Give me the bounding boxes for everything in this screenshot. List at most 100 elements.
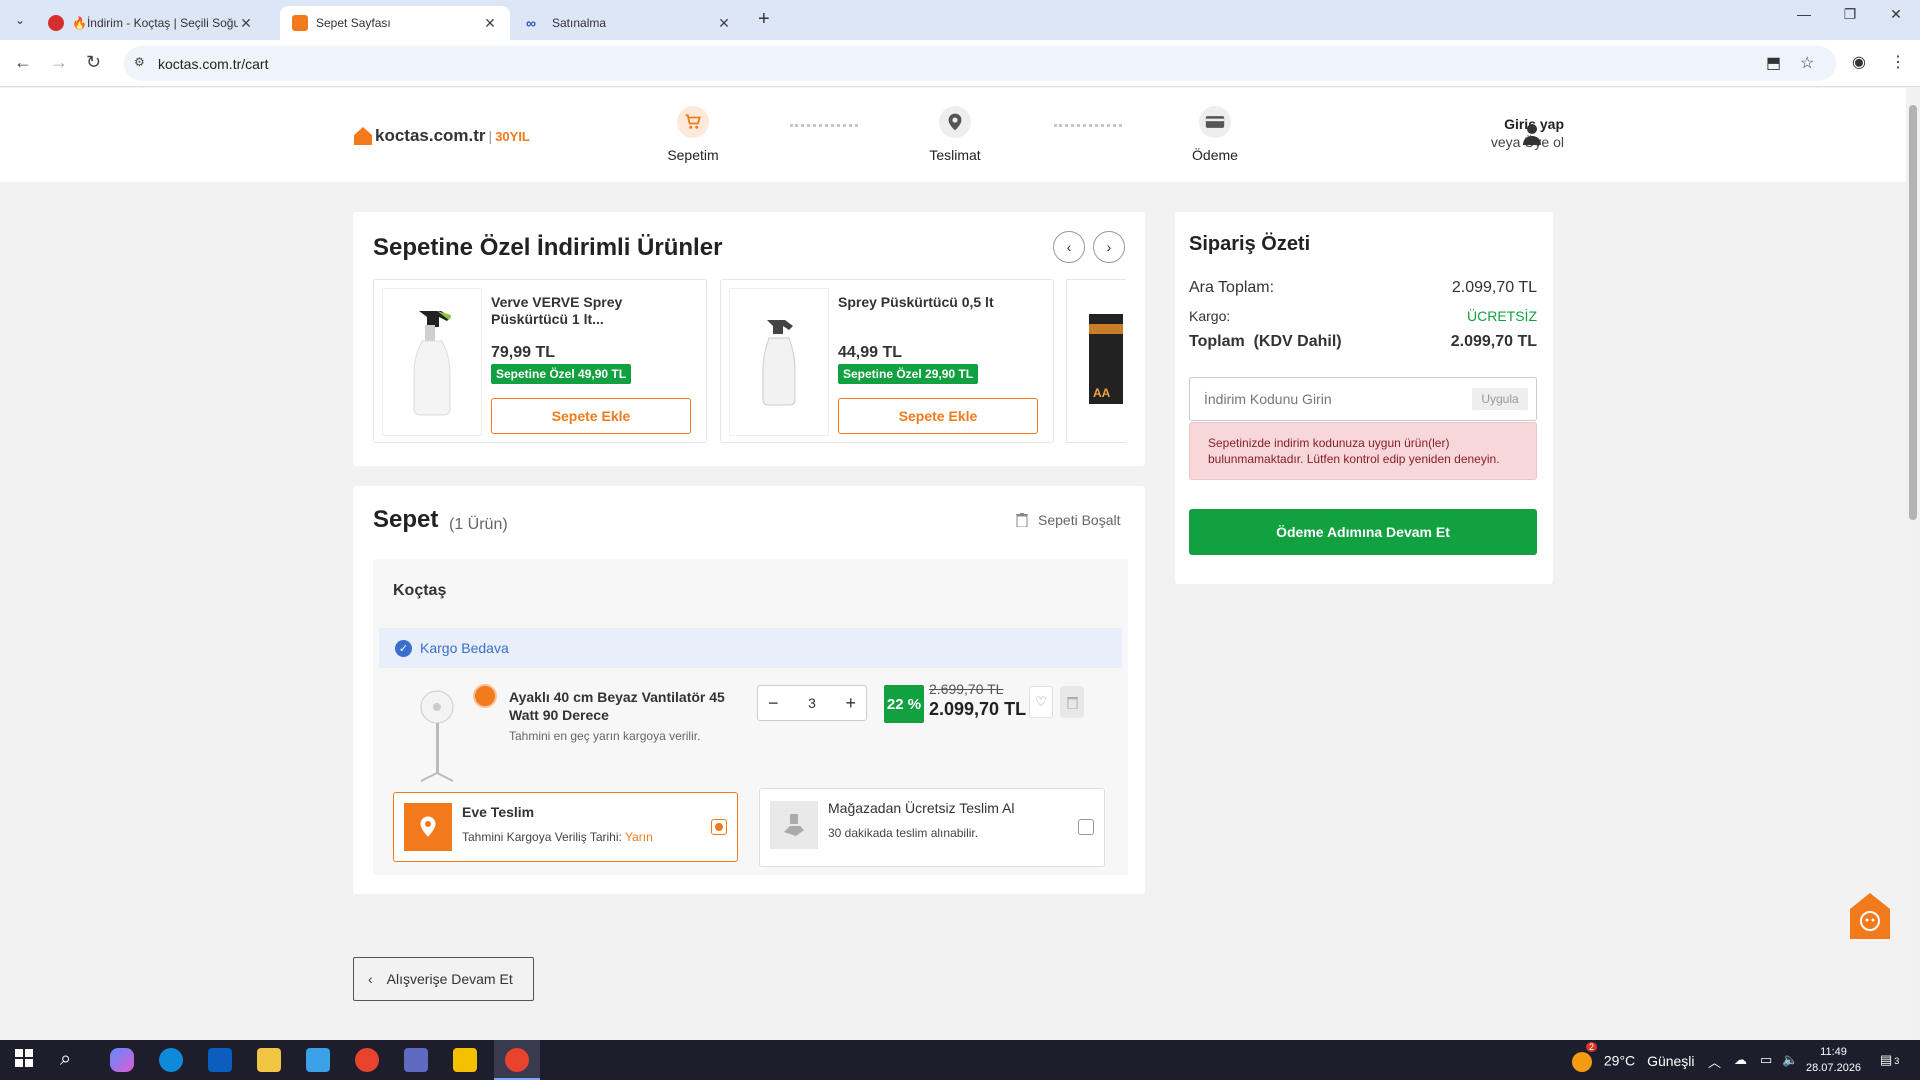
tab-sepet-sayfasi[interactable]: Sepet Sayfası ✕ [280,6,510,40]
promo-product-card[interactable]: Sprey Püskürtücü 0,5 lt 44,99 TL Sepetin… [720,279,1054,443]
tab-title: Sepet Sayfası [316,16,391,30]
delivery-store-radio[interactable] [1078,819,1094,835]
close-tab-icon[interactable]: ✕ [482,15,498,32]
weather-text: Güneşli [1647,1052,1695,1069]
product-name[interactable]: Sprey Püskürtücü 0,5 lt [838,294,1043,311]
teams-icon[interactable] [404,1048,428,1072]
app-icon[interactable] [306,1048,330,1072]
chrome-active-icon[interactable] [505,1048,529,1072]
discount-badge: 22 % [884,685,924,723]
delivery-home-radio[interactable] [711,819,727,835]
proceed-to-payment-button[interactable]: Ödeme Adımına Devam Et [1189,509,1537,555]
forward-icon[interactable]: → [50,52,68,73]
infinity-icon: ∞ [526,15,536,31]
cart-item-count: (1 Ürün) [449,516,508,533]
bookmark-star-icon[interactable]: ☆ [1800,53,1814,73]
page-scrollbar[interactable] [1906,88,1920,1040]
decrease-qty-button[interactable]: − [768,693,779,714]
add-to-cart-button[interactable]: Sepete Ekle [838,398,1038,434]
sun-icon [1572,1052,1592,1072]
chrome-icon[interactable] [355,1048,379,1072]
back-icon[interactable]: ← [14,52,32,73]
scrollbar-thumb[interactable] [1909,105,1917,520]
total-value: 2.099,70 TL [1450,333,1537,350]
carousel-prev-button[interactable]: ‹ [1053,231,1085,263]
promo-product-card[interactable]: Verve VERVE Sprey Püskürtücü 1 lt... 79,… [373,279,707,443]
chevron-left-icon: ‹ [368,971,373,987]
shipping-estimate-note: Tahmini en geç yarın kargoya verilir. [509,729,701,743]
outlook-icon[interactable] [208,1048,232,1072]
login-links[interactable]: Giriş yap veya Üye ol [1434,116,1564,150]
chat-assistant-button[interactable] [1849,891,1891,941]
copilot-icon[interactable] [110,1048,134,1072]
network-icon[interactable]: ▭ [1760,1052,1772,1068]
volume-icon[interactable]: 🔈 [1782,1052,1798,1068]
install-app-icon[interactable]: ⬒ [1766,53,1781,73]
user-icon[interactable] [1520,122,1544,146]
site-info-icon[interactable]: ⚙ [134,55,145,69]
file-explorer-icon[interactable] [257,1048,281,1072]
tab-koctas-indirim[interactable]: 🔥İndirim - Koçtaş | Seçili Soğut ✕ [36,6,266,40]
onedrive-icon[interactable]: ☁ [1734,1052,1747,1068]
coupon-box: Uygula [1189,377,1537,421]
quantity-stepper[interactable]: − 3 + [757,685,867,721]
close-window-icon[interactable]: ✕ [1876,6,1916,23]
coupon-input[interactable] [1191,379,1461,419]
product-image[interactable] [382,288,482,436]
delivery-option-home[interactable]: Eve Teslim Tahmini Kargoya Veriliş Tarih… [393,792,738,862]
chevron-right-icon: › [1106,239,1112,255]
promo-product-card-partial[interactable]: AA [1066,279,1126,443]
add-to-cart-button[interactable]: Sepete Ekle [491,398,691,434]
empty-cart-button[interactable]: Sepeti Boşalt [1016,512,1121,528]
url-text[interactable]: koctas.com.tr/cart [158,56,268,72]
profile-icon[interactable]: ◉ [1852,52,1866,72]
close-tab-icon[interactable]: ✕ [716,15,732,32]
battery-product-image: AA [1089,314,1123,404]
campaign-badge-icon [473,684,497,708]
new-tab-icon[interactable]: + [758,8,770,31]
empty-cart-label: Sepeti Boşalt [1038,512,1121,528]
close-tab-icon[interactable]: ✕ [238,15,254,32]
tray-chevron-icon[interactable]: ︿ [1708,1052,1721,1071]
house-logo-icon [354,127,372,145]
chat-bot-icon [1850,893,1890,939]
login-link[interactable]: Giriş yap [1434,116,1564,132]
clock-date: 28.07.2026 [1806,1062,1862,1074]
delivery-option-store[interactable]: Mağazadan Ücretsiz Teslim Al 30 dakikada… [759,788,1105,867]
product-image[interactable] [729,288,829,436]
edge-icon[interactable] [159,1048,183,1072]
address-bar-row: ← → ↻ ⚙ koctas.com.tr/cart ⬒ ☆ ◉ ⋮ [0,40,1920,87]
current-price: 2.099,70 TL [929,699,1027,719]
apply-coupon-button[interactable]: Uygula [1472,388,1528,410]
total-label: Toplam (KDV Dahil) [1189,333,1342,350]
windows-start-icon[interactable] [14,1048,38,1072]
tab-search-dropdown-icon[interactable]: ⌄ [8,8,32,32]
delivery-title: Mağazadan Ücretsiz Teslim Al [828,800,1015,816]
cart-item-image[interactable] [417,685,467,785]
continue-shopping-button[interactable]: ‹ Alışverişe Devam Et [353,957,534,1001]
reload-icon[interactable]: ↻ [86,52,101,73]
koctas-logo[interactable]: koctas.com.tr | 30YIL [354,126,530,146]
quantity-value[interactable]: 3 [808,695,816,711]
tab-satinalma[interactable]: ∞ Satınalma ✕ [514,6,744,40]
app-k-icon[interactable] [453,1048,477,1072]
basket-special-price-badge: Sepetine Özel 29,90 TL [838,364,979,384]
notification-count: 3 [1894,1056,1900,1066]
product-name[interactable]: Verve VERVE Sprey Püskürtücü 1 lt... [491,294,696,328]
search-icon[interactable]: ⌕ [60,1048,84,1072]
cart-item-name[interactable]: Ayaklı 40 cm Beyaz Vantilatör 45 Watt 90… [509,688,749,724]
restore-icon[interactable]: ❐ [1830,6,1870,23]
omnibox[interactable]: ⚙ koctas.com.tr/cart ⬒ ☆ [124,46,1836,81]
order-summary-card: Sipariş Özeti Ara Toplam: 2.099,70 TL Ka… [1175,212,1553,584]
favorite-button[interactable]: ♡ [1029,686,1053,718]
browser-menu-icon[interactable]: ⋮ [1890,52,1906,72]
weather-widget[interactable]: 29°C Güneşli 2 [1572,1042,1695,1072]
seller-name: Koçtaş [393,582,447,599]
carousel-next-button[interactable]: › [1093,231,1125,263]
register-link[interactable]: veya Üye ol [1434,134,1564,150]
notifications-icon[interactable]: ▤ 3 [1880,1052,1899,1068]
remove-item-button[interactable] [1060,686,1084,718]
minimize-icon[interactable]: — [1784,6,1824,22]
system-clock[interactable]: 11:49 28.07.2026 [1806,1044,1861,1076]
increase-qty-button[interactable]: + [845,693,856,714]
